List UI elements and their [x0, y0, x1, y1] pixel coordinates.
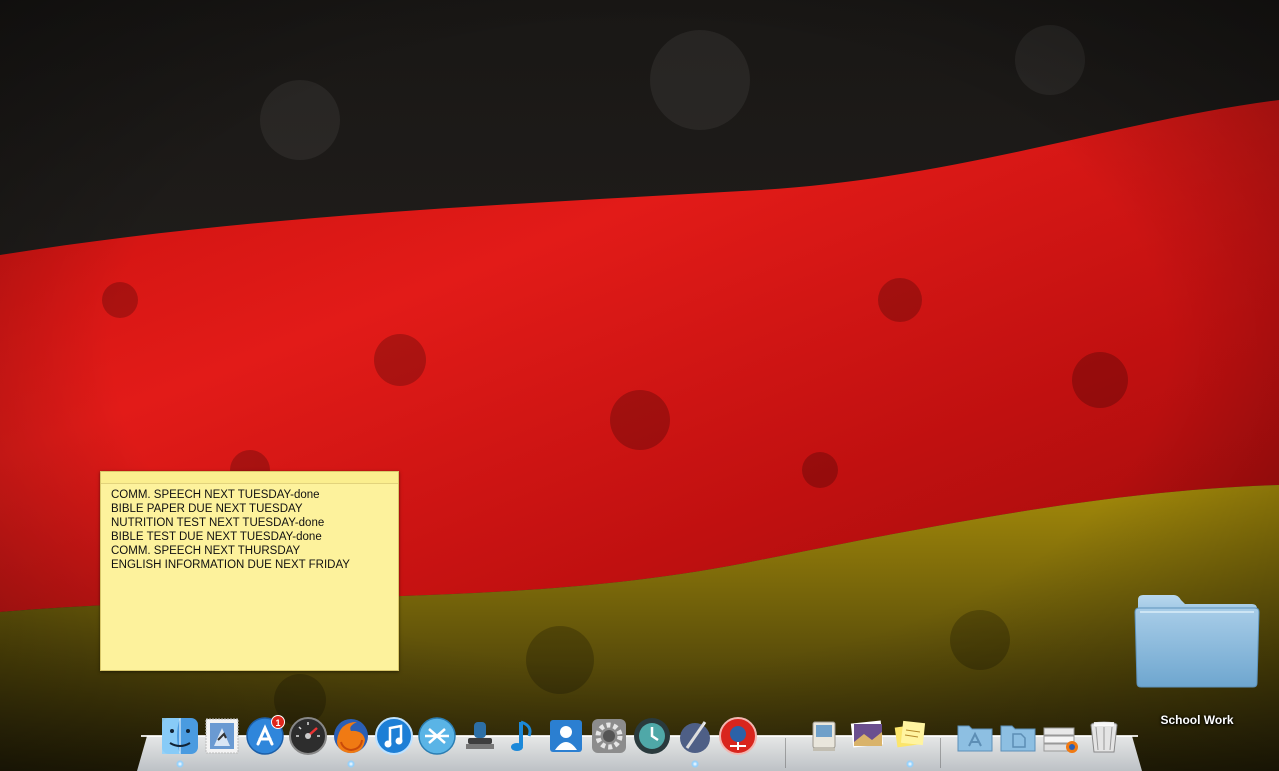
sticky-note-line: COMM. SPEECH NEXT TUESDAY-done	[111, 489, 320, 501]
sticky-note-line: BIBLE TEST DUE NEXT TUESDAY-done	[111, 531, 322, 543]
sticky-note-line: BIBLE PAPER DUE NEXT TUESDAY	[111, 503, 303, 515]
trash-icon[interactable]	[1084, 716, 1124, 756]
itunes-note-icon[interactable]	[374, 716, 414, 756]
running-indicator	[176, 760, 184, 768]
address-book-icon[interactable]	[546, 716, 586, 756]
dock-separator	[940, 738, 941, 768]
documents-folder-icon[interactable]	[998, 716, 1038, 756]
sticky-note-line: COMM. SPEECH NEXT THURSDAY	[111, 545, 301, 557]
time-machine-icon[interactable]	[632, 716, 672, 756]
finder-icon[interactable]	[160, 716, 200, 756]
red-scrobbler-icon[interactable]	[718, 716, 758, 756]
notification-badge: 1	[271, 715, 285, 729]
quill-icon[interactable]	[675, 716, 715, 756]
stickies-icon[interactable]	[890, 716, 930, 756]
running-indicator	[691, 760, 699, 768]
downloads-stack-icon[interactable]	[1041, 716, 1081, 756]
firefox-icon[interactable]	[331, 716, 371, 756]
x-lite-icon[interactable]	[417, 716, 457, 756]
applications-folder-icon[interactable]	[955, 716, 995, 756]
sticky-note-text[interactable]: COMM. SPEECH NEXT TUESDAY-done BIBLE PAP…	[101, 484, 398, 572]
folder-icon	[1134, 595, 1260, 688]
sticky-note-line: NUTRITION TEST NEXT TUESDAY-done	[111, 517, 325, 529]
photo-stack-icon[interactable]	[847, 716, 887, 756]
dock-separator	[785, 738, 786, 768]
dashboard-gauge-icon[interactable]	[288, 716, 328, 756]
gear-icon[interactable]	[589, 716, 629, 756]
sticky-note[interactable]: COMM. SPEECH NEXT TUESDAY-done BIBLE PAP…	[100, 471, 399, 671]
app-store-icon[interactable]: 1	[245, 715, 285, 756]
dock: 1	[0, 700, 1279, 771]
blue-note-icon[interactable]	[503, 716, 543, 756]
running-indicator	[347, 760, 355, 768]
sticky-note-line: ENGLISH INFORMATION DUE NEXT FRIDAY	[111, 559, 350, 571]
classic-mac-icon[interactable]	[804, 716, 844, 756]
sticky-note-titlebar[interactable]	[101, 472, 398, 484]
mail-stamp-icon[interactable]	[202, 716, 242, 756]
stamp-icon[interactable]	[460, 716, 500, 756]
running-indicator	[906, 760, 914, 768]
